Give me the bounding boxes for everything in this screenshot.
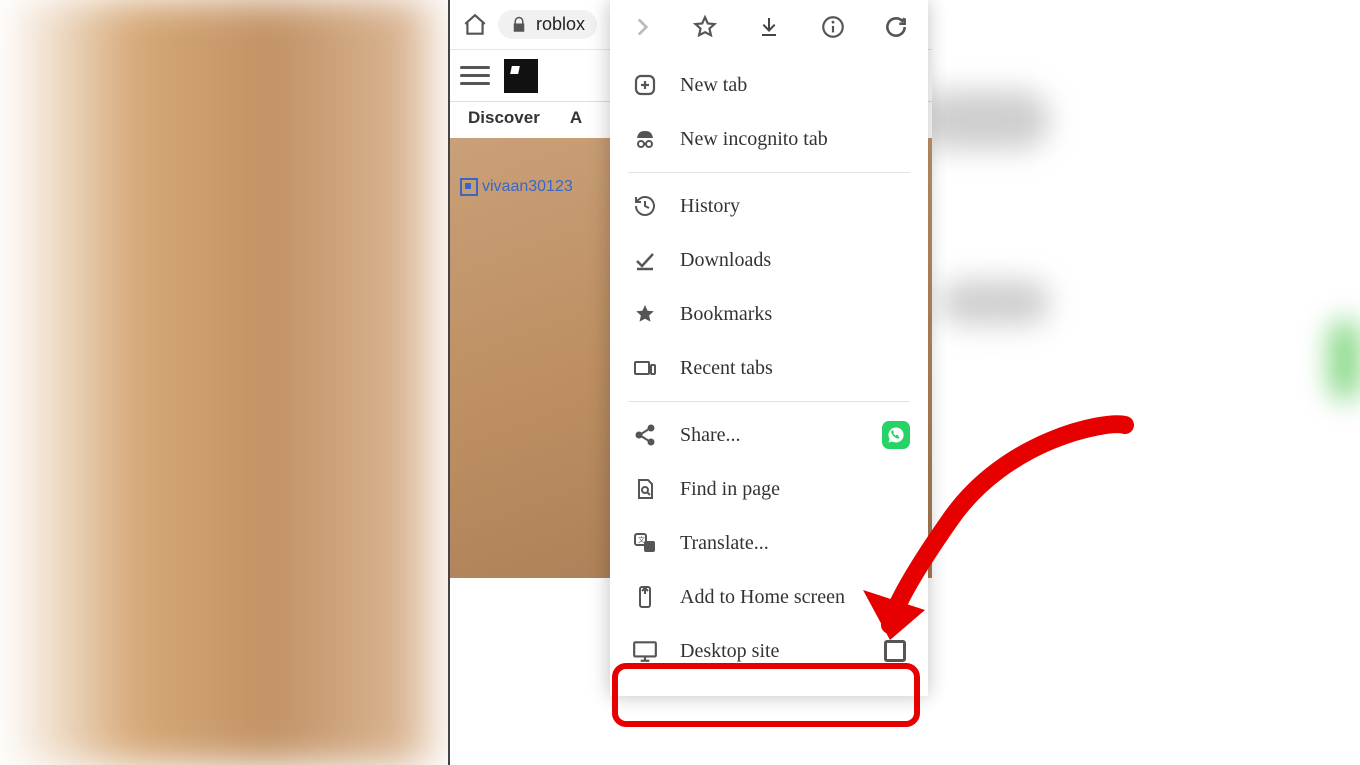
menu-divider [628, 172, 910, 173]
add-to-home-icon [632, 584, 658, 610]
translate-icon: 文 [632, 530, 658, 556]
url-pill[interactable]: roblox [498, 10, 597, 39]
menu-item-translate[interactable]: 文 Translate... [610, 516, 928, 570]
history-icon [632, 193, 658, 219]
refresh-icon[interactable] [878, 9, 914, 45]
menu-item-bookmarks[interactable]: Bookmarks [610, 287, 928, 341]
menu-divider [628, 401, 910, 402]
menu-label: New tab [680, 74, 747, 97]
menu-item-new-tab[interactable]: New tab [610, 58, 928, 112]
menu-label: Add to Home screen [680, 586, 845, 609]
tab-discover[interactable]: Discover [468, 108, 540, 128]
menu-label: Downloads [680, 249, 771, 272]
hamburger-icon[interactable] [460, 66, 490, 85]
blurred-shape [920, 90, 1050, 150]
info-icon[interactable] [815, 9, 851, 45]
blurred-shape [940, 280, 1050, 325]
menu-label: New incognito tab [680, 128, 828, 151]
svg-text:文: 文 [638, 535, 645, 544]
downloads-check-icon [632, 247, 658, 273]
lock-icon [510, 16, 528, 34]
broken-image-icon [460, 178, 478, 196]
avatar-placeholder: vivaan30123 [460, 178, 573, 196]
incognito-icon [632, 126, 658, 152]
menu-item-add-home[interactable]: Add to Home screen [610, 570, 928, 624]
star-icon[interactable] [687, 9, 723, 45]
download-icon[interactable] [751, 9, 787, 45]
menu-item-share[interactable]: Share... [610, 408, 928, 462]
background-left-blur [0, 0, 450, 765]
home-icon[interactable] [458, 8, 492, 42]
whatsapp-icon[interactable] [882, 421, 910, 449]
blurred-shape-green [1330, 320, 1360, 400]
recent-tabs-icon [632, 355, 658, 381]
menu-label: History [680, 195, 740, 218]
menu-item-desktop-site[interactable]: Desktop site [610, 624, 928, 678]
url-text: roblox [536, 14, 585, 35]
menu-label: Translate... [680, 532, 769, 555]
menu-label: Find in page [680, 478, 780, 501]
menu-top-row [610, 0, 928, 54]
roblox-logo-icon[interactable] [504, 59, 538, 93]
plus-box-icon [632, 72, 658, 98]
chrome-overflow-menu: New tab New incognito tab History Downlo [610, 0, 928, 696]
menu-label: Share... [680, 424, 741, 447]
menu-item-downloads[interactable]: Downloads [610, 233, 928, 287]
username-text: vivaan30123 [482, 178, 573, 196]
bookmarks-star-icon [632, 301, 658, 327]
tab-second[interactable]: A [570, 108, 582, 128]
screenshot-stage: roblox Discover A vivaan30123 A To c [0, 0, 1360, 765]
menu-item-incognito[interactable]: New incognito tab [610, 112, 928, 166]
find-in-page-icon [632, 476, 658, 502]
menu-item-history[interactable]: History [610, 179, 928, 233]
forward-icon[interactable] [624, 9, 660, 45]
menu-label: Bookmarks [680, 303, 772, 326]
menu-label: Desktop site [680, 640, 779, 663]
background-right [940, 0, 1360, 765]
menu-item-recent-tabs[interactable]: Recent tabs [610, 341, 928, 395]
menu-item-find[interactable]: Find in page [610, 462, 928, 516]
menu-label: Recent tabs [680, 357, 773, 380]
share-icon [632, 422, 658, 448]
desktop-site-checkbox[interactable] [884, 640, 906, 662]
desktop-icon [632, 638, 658, 664]
